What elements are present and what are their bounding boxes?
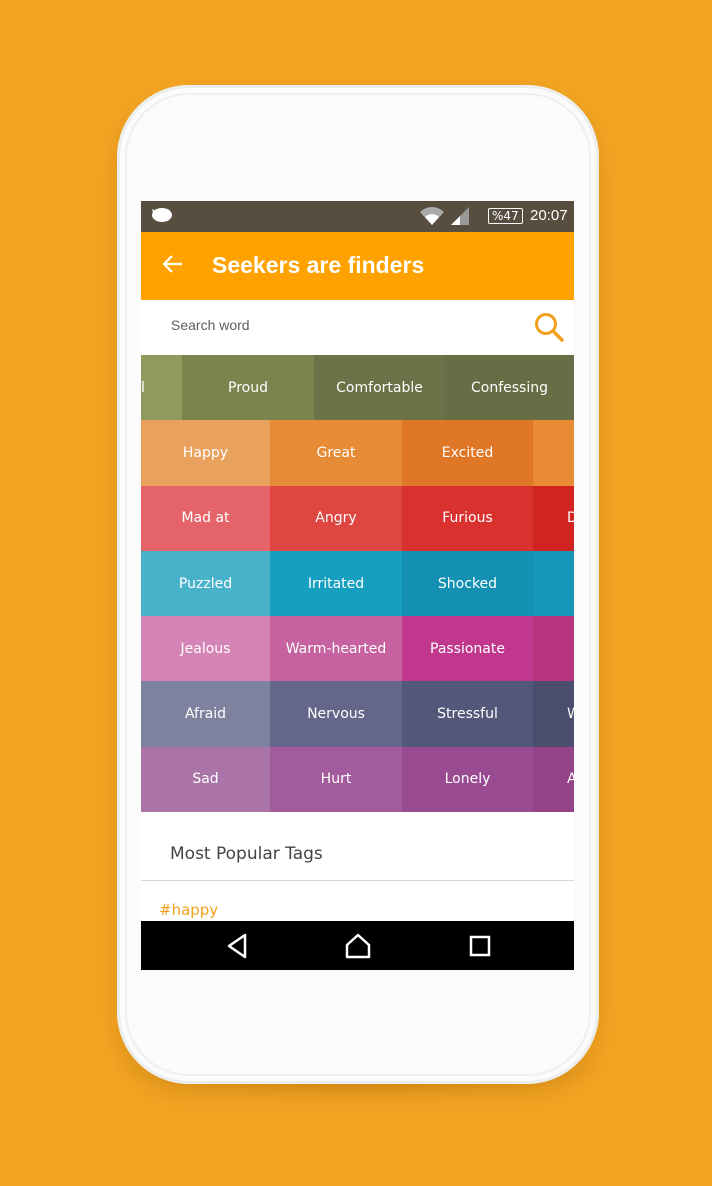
search-icon[interactable] <box>533 311 565 343</box>
navigation-bar <box>141 921 574 970</box>
emotion-row: Happy Great Excited <box>141 420 574 486</box>
battery-indicator: %47 <box>488 208 523 224</box>
emotion-tile[interactable]: l <box>141 355 182 421</box>
emotion-tile[interactable]: Afraid <box>141 681 270 747</box>
emotion-tile[interactable]: Great <box>270 420 402 486</box>
emotion-tile[interactable]: Angry <box>270 485 402 551</box>
popular-tags-header: Most Popular Tags <box>141 812 574 882</box>
emotion-tile[interactable]: Confessing <box>445 355 574 421</box>
emotion-tile[interactable]: Nervous <box>270 681 402 747</box>
search-input[interactable] <box>169 316 513 334</box>
emotion-row: Puzzled Irritated Shocked <box>141 550 574 617</box>
search-bar <box>141 300 574 355</box>
app-screen: %47 20:07 Seekers are finders lProudComf… <box>141 201 574 970</box>
emotion-tile[interactable]: Excited <box>402 420 533 486</box>
emotion-tile[interactable]: Passionate <box>402 616 533 682</box>
emotion-tile[interactable]: D <box>533 485 574 551</box>
emotion-tile[interactable]: Happy <box>141 420 270 486</box>
emotion-tile[interactable]: Warm-hearted <box>270 616 402 682</box>
emotion-row: l Proud Comfortable Confessing <box>141 355 574 421</box>
recents-square-icon[interactable] <box>469 933 491 959</box>
emotion-tile[interactable]: Shocked <box>402 550 533 617</box>
home-icon[interactable] <box>345 933 371 959</box>
status-bar: %47 20:07 <box>141 201 574 232</box>
emotion-tile[interactable]: Mad at <box>141 485 270 551</box>
emotion-row: Afraid Nervous Stressful W <box>141 681 574 747</box>
emotion-tile[interactable]: Hurt <box>270 746 402 813</box>
emotion-row: Sad Hurt Lonely A <box>141 746 574 813</box>
emotion-tile[interactable]: Furious <box>402 485 533 551</box>
emotion-tile[interactable]: Lonely <box>402 746 533 813</box>
emotion-tile[interactable] <box>533 550 574 617</box>
emotion-tile[interactable]: Proud <box>182 355 314 421</box>
emotion-grid: l Proud Comfortable Confessing Happy Great Exc… <box>141 355 574 813</box>
emotion-row: Jealous Warm-hearted Passionate <box>141 616 574 682</box>
emotion-tile[interactable]: Comfortable <box>314 355 445 421</box>
app-bar: Seekers are finders <box>141 232 574 300</box>
signal-icon <box>451 207 469 225</box>
emotion-tile[interactable]: W <box>533 681 574 747</box>
arrow-left-icon[interactable] <box>161 252 185 276</box>
emotion-tile[interactable] <box>533 616 574 682</box>
back-triangle-icon[interactable] <box>226 933 248 959</box>
emotion-tile[interactable]: Sad <box>141 746 270 813</box>
wifi-icon <box>420 207 444 225</box>
emotion-row: Mad at Angry Furious D <box>141 485 574 551</box>
emotion-tile[interactable]: Jealous <box>141 616 270 682</box>
emotion-tile[interactable] <box>533 420 574 486</box>
section-heading: Most Popular Tags <box>170 844 323 865</box>
page-title: Seekers are finders <box>212 252 425 278</box>
tag-link[interactable]: #happy <box>159 901 218 919</box>
message-bubble-icon <box>152 208 172 222</box>
emotion-tile[interactable]: A <box>533 746 574 813</box>
clock: 20:07 <box>530 207 568 224</box>
emotion-tile[interactable]: Puzzled <box>141 550 270 617</box>
emotion-tile[interactable]: Stressful <box>402 681 533 747</box>
emotion-tile[interactable]: Irritated <box>270 550 402 617</box>
